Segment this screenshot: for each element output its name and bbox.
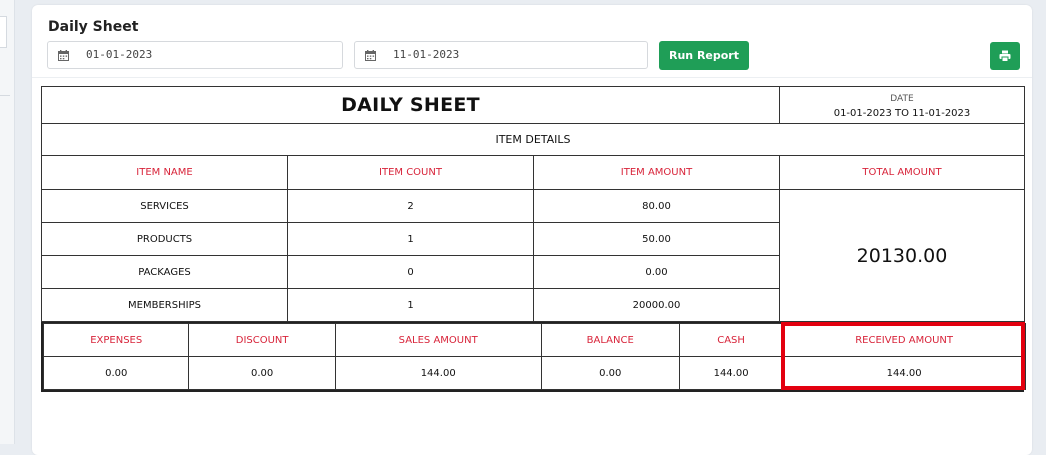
date-label: DATE: [890, 93, 914, 104]
item-count: 2: [287, 189, 534, 223]
column-header: BALANCE: [540, 323, 680, 357]
run-report-button[interactable]: Run Report: [659, 41, 749, 70]
item-amount: 0.00: [533, 255, 780, 289]
item-amount: 20000.00: [533, 288, 780, 322]
daily-sheet-card: Daily Sheet 01-01-2023 11-01-2023 Run Re…: [32, 5, 1032, 455]
daily-sheet-report: DAILY SHEET DATE 01-01-2023 TO 11-01-202…: [41, 86, 1026, 392]
column-header: ITEM COUNT: [287, 155, 534, 190]
table-row: 0.00 0.00 144.00 0.00 144.00 144.00: [42, 356, 1026, 390]
balance-value: 0.00: [540, 356, 680, 390]
column-header: CASH: [678, 323, 784, 357]
date-range: 01-01-2023 TO 11-01-2023: [833, 107, 971, 119]
total-amount: 20130.00: [779, 189, 1025, 322]
item-name: MEMBERSHIPS: [41, 288, 288, 322]
header-divider: [32, 77, 1032, 78]
item-details-heading: ITEM DETAILS: [41, 123, 1025, 156]
item-name: PRODUCTS: [41, 222, 288, 256]
item-name: PACKAGES: [41, 255, 288, 289]
left-panel-input-edge: [0, 16, 7, 48]
column-header: EXPENSES: [42, 323, 190, 357]
column-header: TOTAL AMOUNT: [779, 155, 1025, 190]
column-header: SALES AMOUNT: [334, 323, 542, 357]
item-count: 1: [287, 222, 534, 256]
left-panel-edge: [0, 0, 15, 444]
discount-value: 0.00: [188, 356, 336, 390]
print-button[interactable]: [990, 42, 1020, 70]
received-amount-value: 144.00: [782, 356, 1026, 390]
from-date-field[interactable]: 01-01-2023: [47, 41, 343, 69]
from-date-value: 01-01-2023: [86, 48, 153, 61]
item-name: SERVICES: [41, 189, 288, 223]
summary-table-frame: EXPENSES DISCOUNT SALES AMOUNT BALANCE C…: [41, 322, 1026, 392]
column-header: RECEIVED AMOUNT: [782, 323, 1026, 357]
print-icon: [999, 47, 1011, 66]
left-panel-divider: [0, 95, 10, 96]
item-count: 0: [287, 255, 534, 289]
item-amount: 50.00: [533, 222, 780, 256]
report-date-cell: DATE 01-01-2023 TO 11-01-2023: [779, 86, 1025, 124]
item-amount: 80.00: [533, 189, 780, 223]
to-date-value: 11-01-2023: [393, 48, 460, 61]
cash-value: 144.00: [678, 356, 784, 390]
column-header: ITEM AMOUNT: [533, 155, 780, 190]
summary-table: EXPENSES DISCOUNT SALES AMOUNT BALANCE C…: [42, 323, 1026, 390]
calendar-icon: [48, 42, 78, 68]
report-title: DAILY SHEET: [41, 86, 780, 124]
to-date-field[interactable]: 11-01-2023: [354, 41, 648, 69]
table-row: SERVICES 2 80.00 20130.00: [41, 189, 1025, 322]
sales-amount-value: 144.00: [334, 356, 542, 390]
expenses-value: 0.00: [42, 356, 190, 390]
column-header: ITEM NAME: [41, 155, 288, 190]
item-count: 1: [287, 288, 534, 322]
column-header: DISCOUNT: [188, 323, 336, 357]
item-details-table: DAILY SHEET DATE 01-01-2023 TO 11-01-202…: [41, 86, 1025, 322]
card-title: Daily Sheet: [48, 19, 139, 35]
calendar-icon: [355, 42, 385, 68]
